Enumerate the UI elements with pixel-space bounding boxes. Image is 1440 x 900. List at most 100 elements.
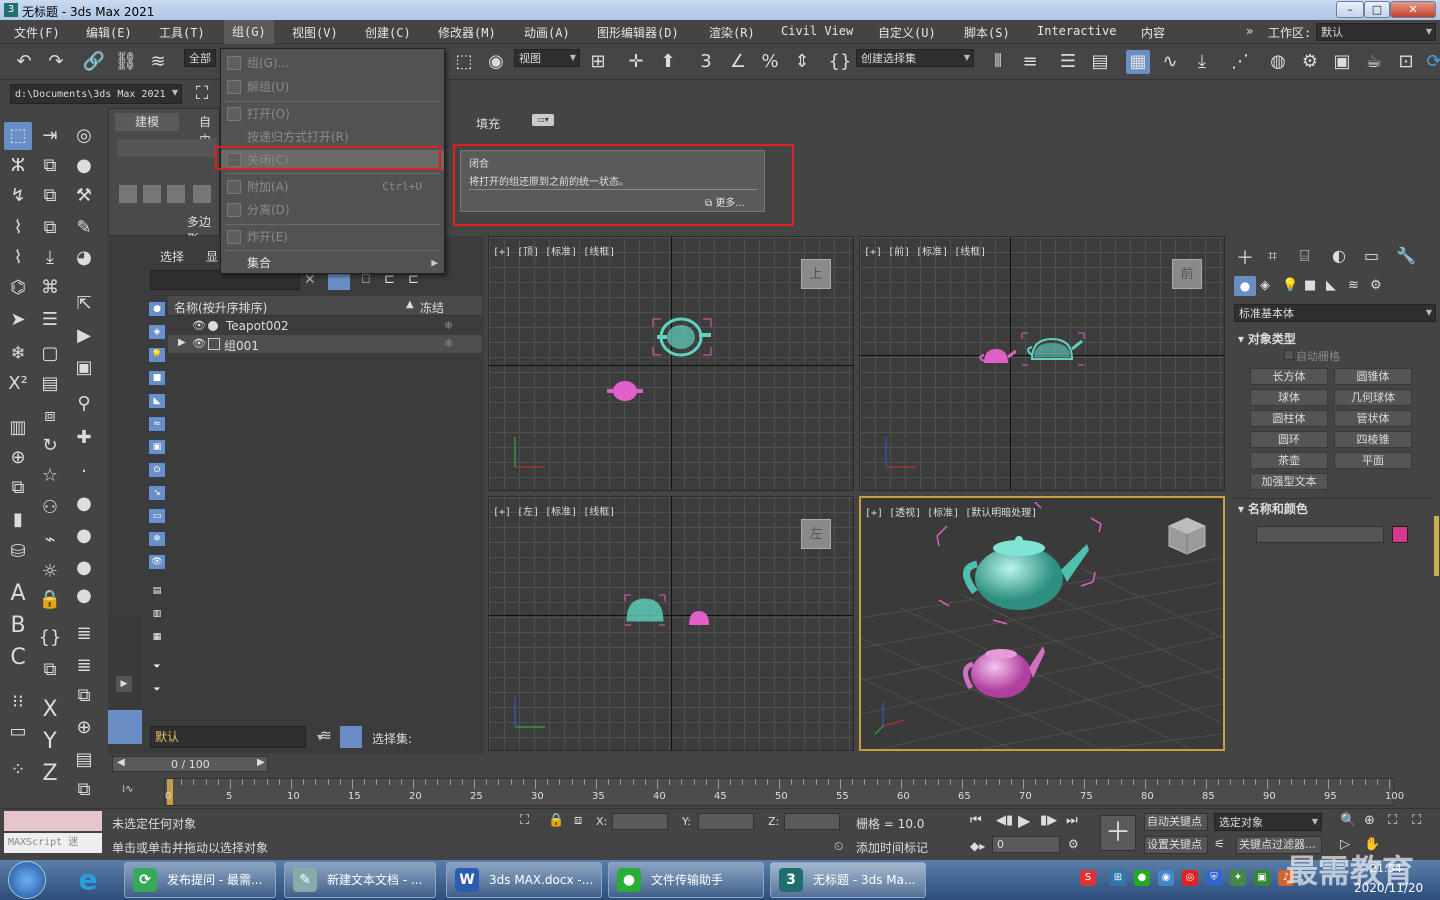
menu-item-assembly[interactable]: 集合 ▶ [221,253,444,273]
copy-icon[interactable]: ⧉ [36,214,64,242]
slider-next-icon[interactable]: ▶ [257,757,265,768]
redo-icon[interactable]: ↷ [44,50,68,74]
ribbon-tool-icon[interactable] [119,185,137,203]
ribbon-tool-icon[interactable] [167,185,185,203]
maxscript-input[interactable]: MAXScript 迷 [4,833,102,853]
rollout-name-color[interactable]: ▾ 名称和颜色 [1238,500,1308,517]
systems-icon[interactable]: ⚙ [1370,278,1382,293]
time-tag-icon[interactable]: ⏲ [834,839,843,854]
tray-network-icon[interactable]: ⊞ [1110,870,1126,886]
layers-img-icon[interactable]: ⧉ [36,656,64,684]
move-down-icon[interactable]: ⤓ [36,244,64,272]
knife-icon[interactable]: ⌁ [36,526,64,554]
current-frame-input[interactable]: 0 [992,836,1060,853]
menu-create[interactable]: 创建(C) [365,24,411,41]
sun-icon[interactable]: ☼ [36,558,64,586]
copy-box-icon[interactable]: ⧉ [70,776,98,804]
layer-explorer-icon[interactable]: ▤ [1088,50,1112,74]
ie-icon[interactable]: e [72,864,104,896]
spacewarps-icon[interactable]: ≋ [1348,278,1359,293]
zoom-icon[interactable]: 🔍 [1340,813,1356,828]
filter-shapes-icon[interactable]: ◈ [148,324,166,340]
lock-selection-icon[interactable]: 🔒 [548,813,564,828]
window-icon[interactable]: ▢ [36,340,64,368]
taskbar-item[interactable]: ⟳ 发布提问 - 最需... [124,862,276,898]
snap-3-icon[interactable]: 3 [694,50,718,74]
layer-stack-icon[interactable]: ≣ [70,652,98,680]
viewport-layout-icon[interactable] [108,710,142,744]
track-mini-icon[interactable]: ⁞∿ [122,784,134,795]
geometry-icon[interactable]: ● [1234,276,1256,296]
selection-filter-combo[interactable]: 全部 [184,49,216,67]
box-button[interactable]: 长方体 [1250,368,1328,385]
menu-edit[interactable]: 编辑(E) [86,24,132,41]
workspace-combo[interactable]: 默认 ▼ [1316,23,1436,41]
next-frame-icon[interactable]: ▮▶ [1040,813,1057,828]
maximize-button[interactable]: □ [1364,1,1390,18]
menu-civil-view[interactable]: Civil View [781,24,853,38]
cross-icon[interactable]: ✚ [70,424,98,452]
tray-wechat-icon[interactable]: ● [1134,870,1150,886]
tree-icon[interactable]: ⌘ [36,274,64,302]
eye-icon[interactable]: 👁 [192,319,206,332]
menu-item-open-recursive[interactable]: 按递归方式打开(R) [221,127,444,147]
script-icon[interactable]: ▤ [70,746,98,774]
pen-icon[interactable]: ✎ [70,214,98,242]
torus-button[interactable]: 圆环 [1250,431,1328,448]
project-folder-icon[interactable]: ⛶ [190,82,214,106]
axis-z-icon[interactable]: Z [36,760,64,788]
go-to-end-icon[interactable]: ⏭ [1066,813,1078,828]
filter-cameras-icon[interactable]: ■ [148,370,166,386]
undo-icon[interactable]: ↶ [12,50,36,74]
taskbar-item[interactable]: ✎ 新建文本文档 - ... [284,862,436,898]
tray-s-icon[interactable]: S [1080,870,1096,886]
axis-y-icon[interactable]: Y [36,728,64,756]
taskbar-item[interactable]: 3 无标题 - 3ds Ma... [770,862,926,898]
key-target-combo[interactable]: 选定对象 ▼ [1214,813,1322,831]
move-icon[interactable]: ✛ [624,50,648,74]
save-icon[interactable]: ▤ [36,370,64,398]
teapot-pink-persp[interactable] [957,634,1047,704]
key-filter-icon[interactable]: ⚟ [1214,837,1225,851]
zoom-extents-all-icon[interactable]: ⛶ [1412,813,1421,828]
lasso-icon[interactable]: ↯ [4,182,32,210]
curve-editor-icon[interactable]: ∿ [1158,50,1182,74]
fill-dropdown-icon[interactable]: ▭▾ [532,114,554,126]
menu-item-detach[interactable]: 分离(D) [221,200,444,220]
set-key-big-icon[interactable]: ＋ [1100,815,1136,851]
menu-graph-editors[interactable]: 图形编辑器(D) [597,24,679,41]
pivot-icon[interactable]: ⊞ [586,50,610,74]
viewport-top[interactable]: [+] [顶] [标准] [线框] 上 [488,236,854,491]
film-icon[interactable]: ▣ [70,354,98,382]
tray-nvidia-icon[interactable]: ▣ [1254,870,1270,886]
ribbon-tool-icon[interactable] [143,185,161,203]
dots-grid-icon[interactable]: ⁝⁝ [4,688,32,716]
align-icon[interactable]: ≡ [1018,50,1042,74]
y-coord-input[interactable] [698,813,754,830]
braces-icon[interactable]: {} [36,624,64,652]
named-selection-icon[interactable]: {} [828,50,852,74]
angle-snap-icon[interactable]: ∠ [726,50,750,74]
geosphere-button[interactable]: 几何球体 [1334,389,1412,406]
doc2-icon[interactable]: ▥ [148,607,166,623]
start-button[interactable] [8,861,46,899]
zoom-extents-icon[interactable]: ⛶ [1388,813,1397,828]
menu-interactive[interactable]: Interactive [1037,24,1116,38]
stack-yellow-icon[interactable]: ⧉ [70,682,98,710]
dope-sheet-icon[interactable]: ⤓ [1190,50,1214,74]
filter-lights-icon[interactable]: 💡 [148,347,166,363]
layers-icon[interactable]: ⧉ [36,182,64,210]
menu-group[interactable]: 组(G) [224,20,274,44]
teapot-button[interactable]: 茶壶 [1250,452,1328,469]
shapes-icon[interactable]: ◈ [1260,278,1270,293]
bind-space-warp-icon[interactable]: ≋ [146,50,170,74]
select-object-icon[interactable]: ⬚ [4,122,32,150]
text-c-icon[interactable]: C [4,644,32,672]
play-icon[interactable]: ▶ [70,322,98,350]
tray-shield-icon[interactable]: ⛨ [1206,870,1222,886]
freeze-icon[interactable]: ❄ [444,337,453,350]
helpers-icon[interactable]: ◣ [1326,278,1336,293]
maxscript-listener-top[interactable] [4,811,102,831]
viewport-perspective[interactable]: [+] [透视] [标准] [默认明暗处理] [859,496,1225,751]
add-layer-icon[interactable]: ⊕ [4,444,32,472]
